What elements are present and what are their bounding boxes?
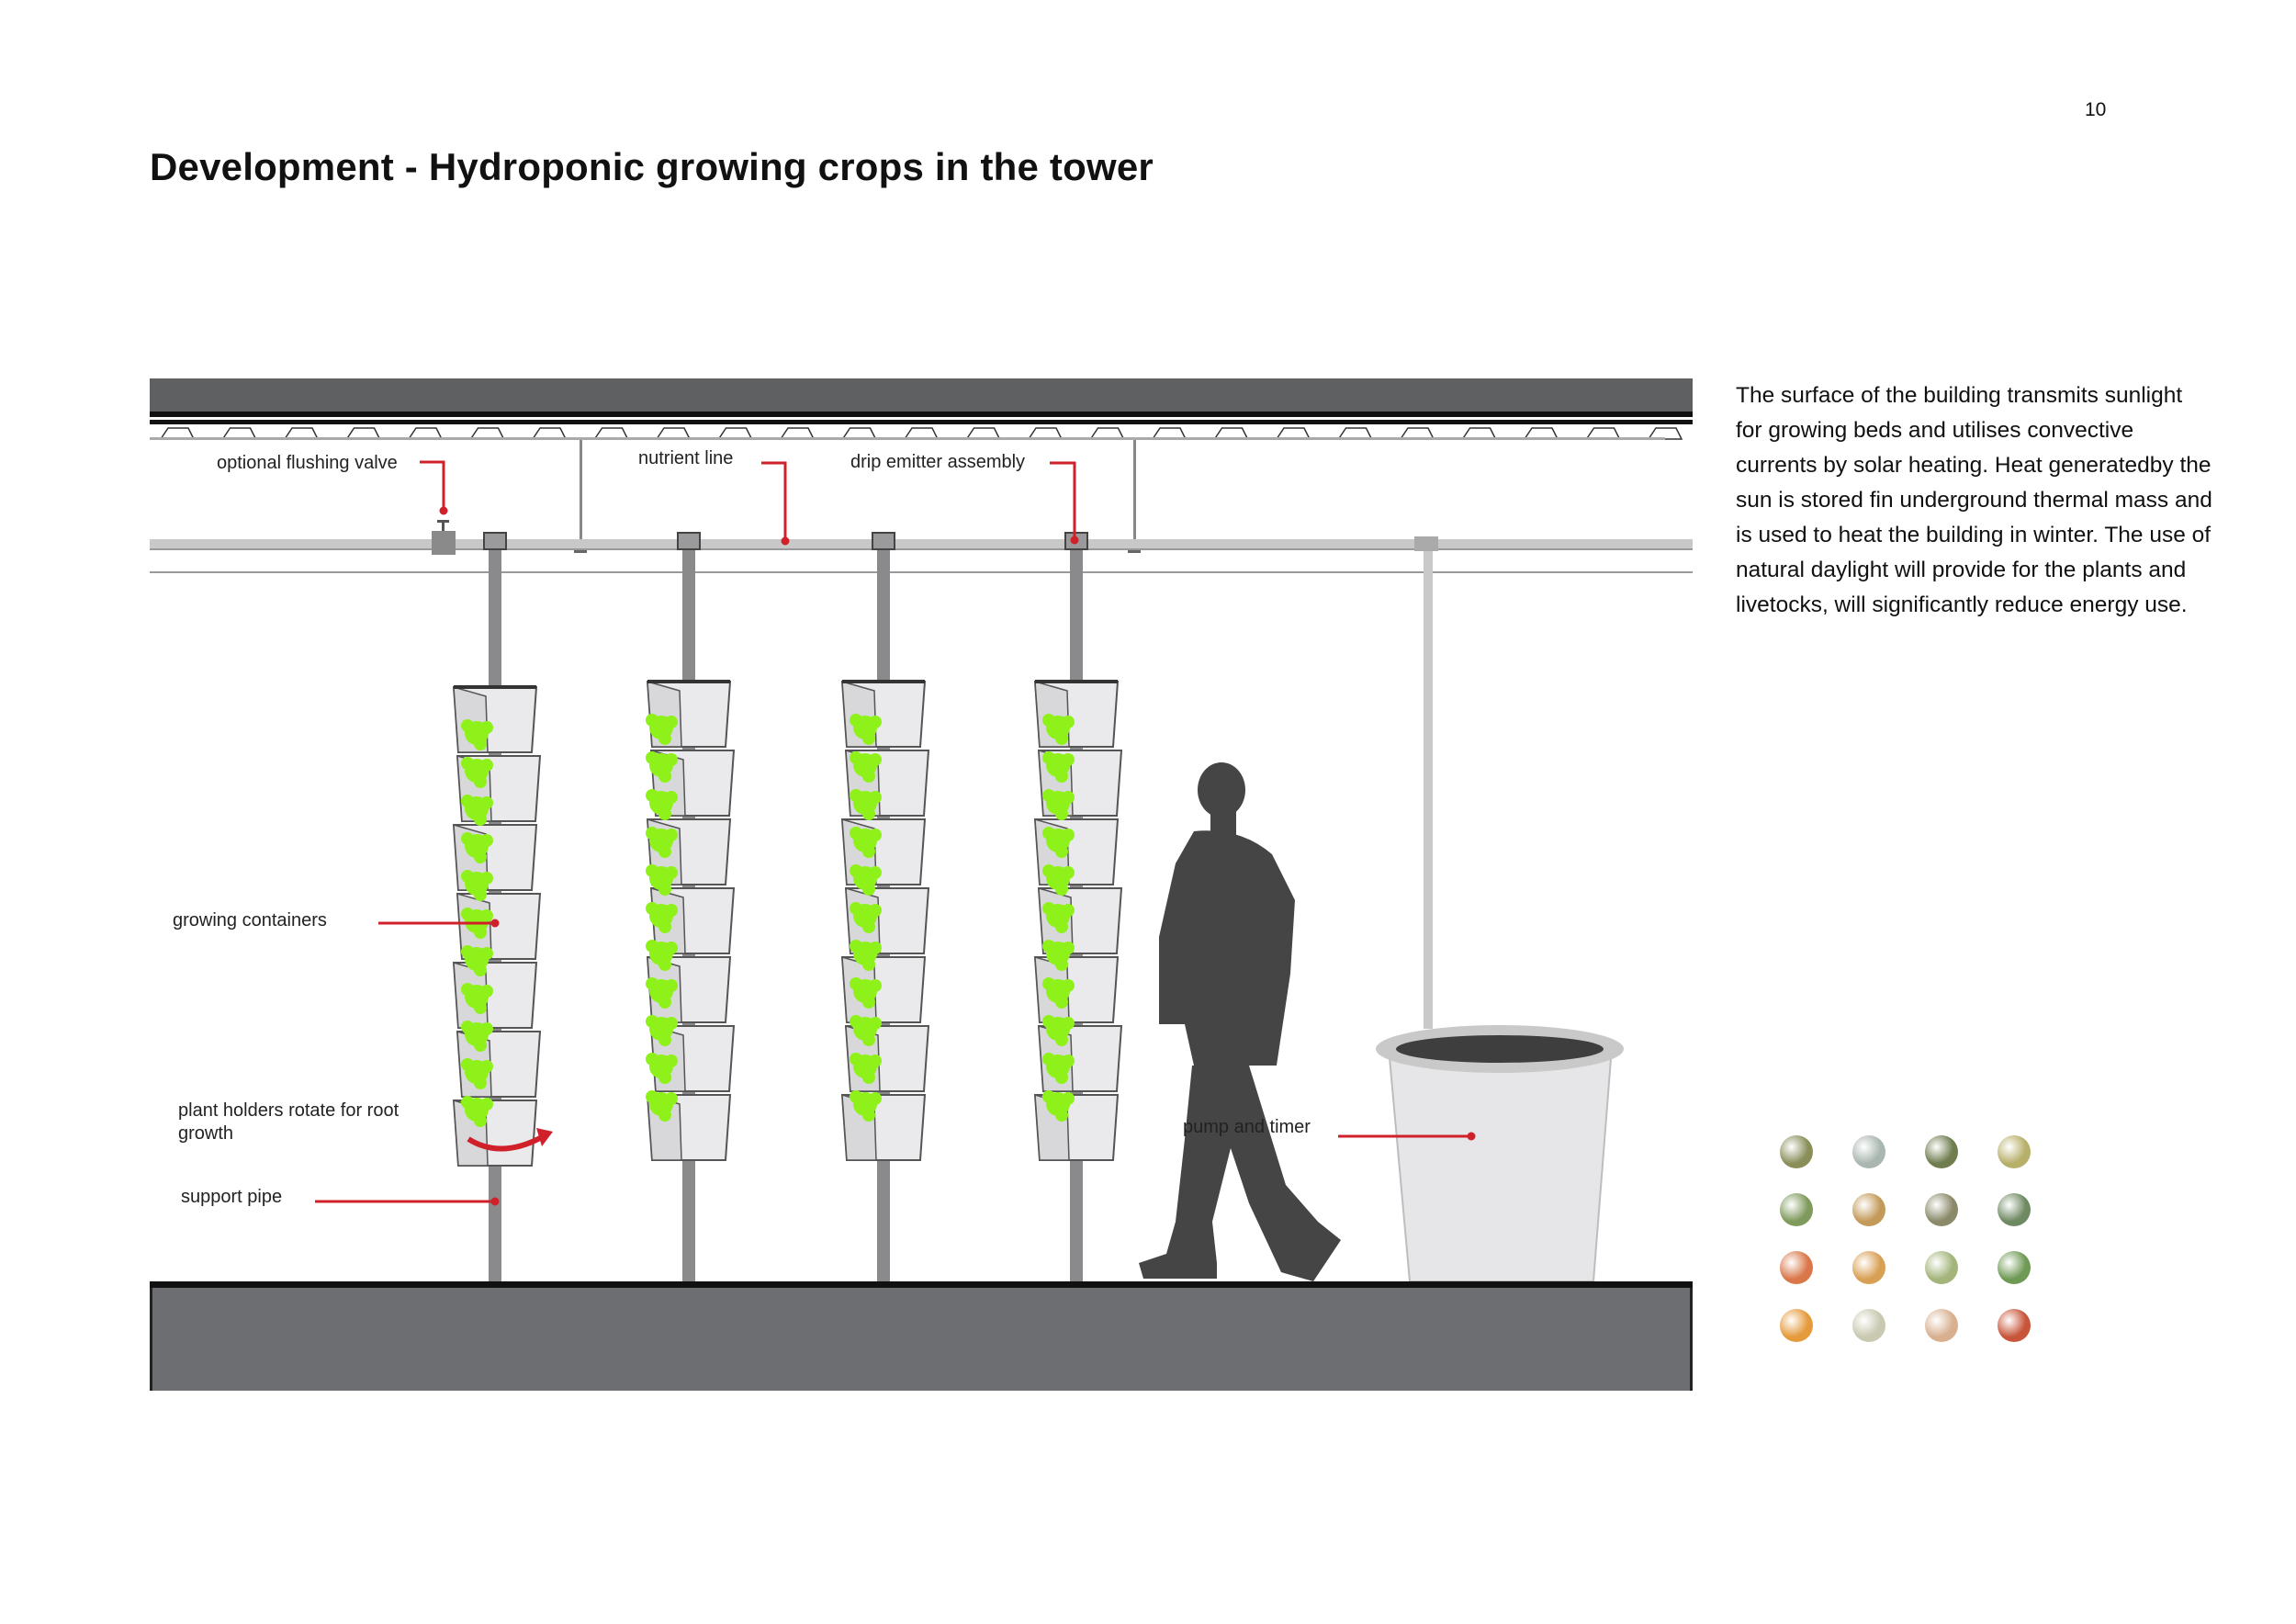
produce-swatch: [1780, 1135, 1813, 1168]
produce-swatch: [1852, 1193, 1885, 1226]
produce-swatch: [1925, 1309, 1958, 1342]
produce-swatch: [1998, 1309, 2031, 1342]
svg-text:support pipe: support pipe: [181, 1187, 282, 1207]
tower: [646, 532, 736, 1282]
towers: [452, 532, 1123, 1282]
produce-swatch: [1852, 1309, 1885, 1342]
produce-swatch: [1780, 1193, 1813, 1226]
svg-text:growth: growth: [178, 1123, 233, 1144]
produce-swatch: [1998, 1135, 2031, 1168]
produce-swatch: [1998, 1193, 2031, 1226]
produce-swatch: [1925, 1193, 1958, 1226]
hydroponic-tower-diagram: optional flushing valve nutrient line dr…: [150, 378, 1693, 1391]
callout-nutrient-line: nutrient line: [638, 448, 790, 546]
drip-emitter: [677, 532, 701, 550]
flushing-valve: [432, 520, 456, 555]
tower: [1033, 532, 1123, 1282]
svg-text:optional flushing valve: optional flushing valve: [217, 453, 398, 473]
produce-swatch: [1925, 1135, 1958, 1168]
callout-plant-holders: plant holders rotate for root growth: [178, 1100, 400, 1144]
svg-text:drip emitter assembly: drip emitter assembly: [850, 452, 1025, 472]
svg-text:nutrient line: nutrient line: [638, 448, 733, 468]
tower: [452, 532, 542, 1282]
callout-drip-emitter: drip emitter assembly: [850, 452, 1079, 545]
produce-swatch: [1780, 1251, 1813, 1284]
callout-flushing-valve: optional flushing valve: [217, 453, 448, 515]
callout-support-pipe: support pipe: [181, 1187, 500, 1207]
produce-swatch: [1925, 1251, 1958, 1284]
svg-text:growing containers: growing containers: [173, 910, 327, 930]
floor: [150, 1281, 1693, 1391]
container-rim: [1035, 680, 1118, 683]
person-silhouette: [1139, 762, 1341, 1281]
container-rim: [647, 680, 730, 683]
container-rim: [842, 680, 925, 683]
callout-growing-containers: growing containers: [173, 910, 500, 930]
nutrient-tank: [1376, 1025, 1624, 1282]
svg-text:plant holders rotate for root: plant holders rotate for root: [178, 1100, 400, 1121]
produce-swatch: [1852, 1251, 1885, 1284]
svg-text:pump and timer: pump and timer: [1183, 1117, 1311, 1137]
drip-emitter: [872, 532, 895, 550]
container-rim: [454, 685, 536, 689]
produce-swatch: [1998, 1251, 2031, 1284]
tower: [840, 532, 930, 1282]
drip-emitter: [483, 532, 507, 550]
produce-swatch: [1780, 1309, 1813, 1342]
produce-swatch: [1852, 1135, 1885, 1168]
